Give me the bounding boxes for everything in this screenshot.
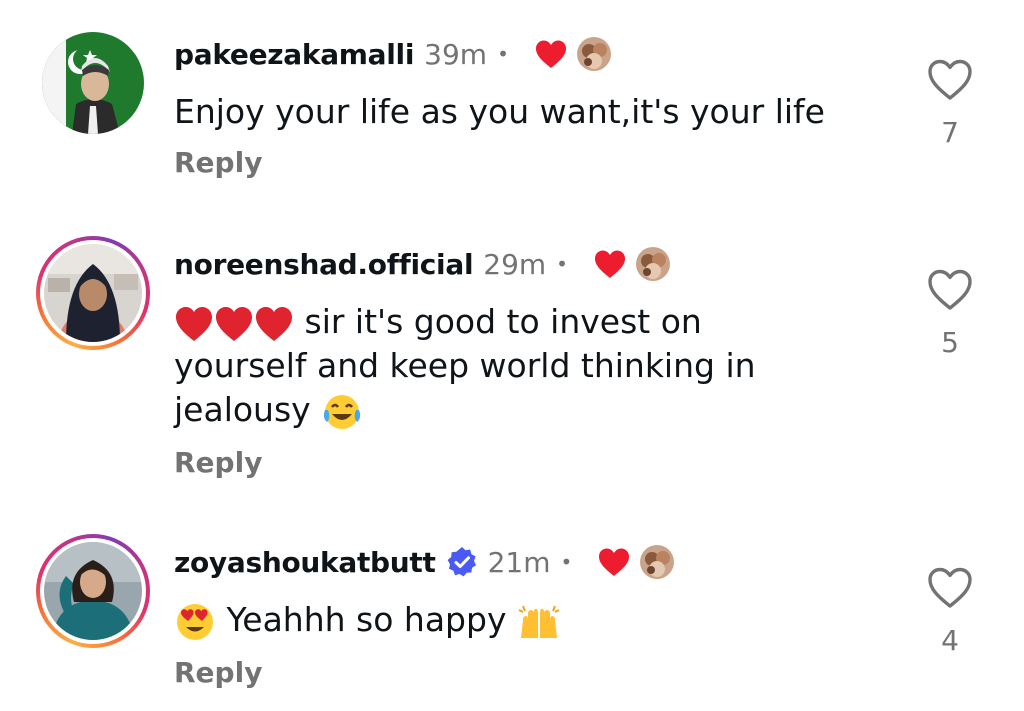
like-count: 4: [941, 624, 959, 657]
username[interactable]: zoyashoukatbutt: [174, 546, 436, 579]
like-column: 4: [920, 566, 980, 657]
woman-teal-dress-avatar-icon: [44, 542, 142, 640]
reply-button[interactable]: Reply: [174, 656, 262, 689]
comment-text: Yeahhh so happy: [174, 598, 834, 642]
separator-dot: •: [560, 550, 573, 574]
avatar[interactable]: [36, 534, 150, 648]
timestamp: 21m: [487, 545, 551, 579]
verified-badge-icon: [447, 547, 476, 577]
raising-hands-emoji-icon: [518, 605, 560, 638]
author-avatar-icon: [640, 545, 675, 579]
comment-header: zoyashoukatbutt 21m •: [174, 542, 675, 582]
comment-item: zoyashoukatbutt 21m • Yeahhh so happy Re…: [0, 0, 1024, 711]
heart-eyes-emoji-icon: [177, 603, 213, 640]
author-liked-heart-icon: [599, 548, 630, 576]
heart-outline-icon[interactable]: [926, 566, 974, 610]
comment-body: Yeahhh so happy: [226, 600, 507, 639]
